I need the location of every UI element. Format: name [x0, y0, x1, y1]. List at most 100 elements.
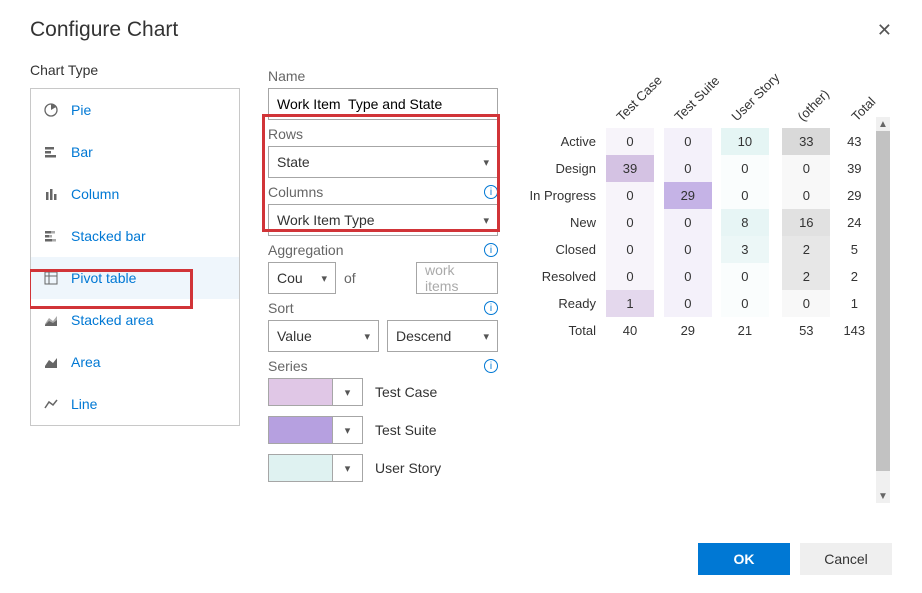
column-icon [43, 186, 59, 202]
scroll-down-arrow-icon[interactable]: ▼ [876, 489, 890, 503]
pivot-cell: 0 [664, 263, 721, 290]
info-icon[interactable]: i [484, 301, 498, 315]
columns-select[interactable]: Work Item Type ▾ [268, 204, 498, 236]
pivot-row-label: Total [526, 317, 606, 344]
chart-type-stacked-bar[interactable]: Stacked bar [31, 215, 239, 257]
pivot-cell: 0 [721, 263, 782, 290]
chevron-down-icon: ▾ [321, 272, 327, 285]
info-icon[interactable]: i [484, 359, 498, 373]
pivot-table-icon [43, 270, 59, 286]
chart-type-label: Area [71, 354, 101, 370]
pivot-cell: 0 [664, 128, 721, 155]
pivot-cell: 2 [782, 263, 830, 290]
scrollbar[interactable]: ▲ ▼ [876, 117, 890, 503]
pivot-cell: 0 [782, 290, 830, 317]
bar-icon [43, 144, 59, 160]
pivot-cell: 29 [664, 317, 721, 344]
chart-type-area[interactable]: Area [31, 341, 239, 383]
pie-icon [43, 102, 59, 118]
pivot-cell: 0 [664, 236, 721, 263]
chart-type-bar[interactable]: Bar [31, 131, 239, 173]
chart-type-pivot-table[interactable]: Pivot table [31, 257, 239, 299]
pivot-cell: 1 [830, 290, 878, 317]
pivot-cell: 0 [782, 155, 830, 182]
pivot-row-label: Closed [526, 236, 606, 263]
pivot-cell: 53 [782, 317, 830, 344]
pivot-row-label: Resolved [526, 263, 606, 290]
info-icon[interactable]: i [484, 185, 498, 199]
pivot-cell: 0 [721, 155, 782, 182]
columns-label: Columns [268, 184, 323, 200]
scroll-up-arrow-icon[interactable]: ▲ [876, 117, 890, 131]
chart-type-label: Stacked area [71, 312, 154, 328]
chevron-down-icon[interactable]: ▾ [333, 454, 363, 482]
chevron-down-icon[interactable]: ▾ [333, 416, 363, 444]
chevron-down-icon: ▾ [483, 330, 489, 343]
pivot-cell: 0 [606, 182, 664, 209]
series-row: ▾User Story [268, 454, 498, 482]
name-input[interactable] [268, 88, 498, 120]
sort-dir-select[interactable]: Descend ▾ [387, 320, 498, 352]
pivot-cell: 21 [721, 317, 782, 344]
chart-type-label: Line [71, 396, 97, 412]
chart-type-label: Pivot table [71, 270, 136, 286]
pivot-col-header: Total [830, 68, 878, 128]
pivot-cell: 0 [664, 155, 721, 182]
pivot-cell: 39 [606, 155, 664, 182]
info-icon[interactable]: i [484, 243, 498, 257]
pivot-cell: 0 [606, 236, 664, 263]
scroll-thumb[interactable] [876, 131, 890, 471]
sort-field-select[interactable]: Value ▾ [268, 320, 379, 352]
rows-select[interactable]: State ▾ [268, 146, 498, 178]
cancel-button[interactable]: Cancel [800, 543, 892, 575]
chart-type-label: Pie [71, 102, 91, 118]
pivot-cell: 1 [606, 290, 664, 317]
ok-button[interactable]: OK [698, 543, 790, 575]
pivot-col-header: Test Suite [664, 68, 721, 128]
config-panel: Name Rows State ▾ Columns i Work Item Ty… [268, 62, 498, 593]
pivot-cell: 29 [830, 182, 878, 209]
pivot-cell: 0 [606, 209, 664, 236]
pivot-row-label: Active [526, 128, 606, 155]
pivot-col-header: (other) [782, 68, 830, 128]
series-label: Test Case [375, 384, 437, 400]
chevron-down-icon: ▾ [483, 214, 489, 227]
pivot-cell: 29 [664, 182, 721, 209]
pivot-cell: 143 [830, 317, 878, 344]
sort-label: Sort [268, 300, 294, 316]
pivot-cell: 0 [606, 128, 664, 155]
pivot-cell: 0 [664, 209, 721, 236]
chevron-down-icon[interactable]: ▾ [333, 378, 363, 406]
pivot-cell: 0 [606, 263, 664, 290]
close-icon[interactable]: ✕ [877, 21, 892, 39]
aggregation-select[interactable]: Cou ▾ [268, 262, 336, 294]
color-swatch[interactable] [268, 416, 333, 444]
chart-type-label: Bar [71, 144, 93, 160]
name-label: Name [268, 68, 305, 84]
chevron-down-icon: ▾ [483, 156, 489, 169]
chart-type-label: Stacked bar [71, 228, 146, 244]
chart-type-pie[interactable]: Pie [31, 89, 239, 131]
of-label: of [344, 262, 408, 294]
aggregation-field-select[interactable]: work items [416, 262, 498, 294]
pivot-cell: 10 [721, 128, 782, 155]
series-row: ▾ Test Case [268, 378, 498, 406]
color-swatch[interactable] [268, 378, 333, 406]
pivot-col-header: User Story [721, 68, 782, 128]
pivot-cell: 2 [782, 236, 830, 263]
pivot-row-label: New [526, 209, 606, 236]
pivot-cell: 16 [782, 209, 830, 236]
series-label: Series [268, 358, 308, 374]
pivot-cell: 5 [830, 236, 878, 263]
chart-type-column[interactable]: Column [31, 173, 239, 215]
line-icon [43, 396, 59, 412]
series-row: ▾ Test Suite [268, 416, 498, 444]
pivot-cell: 3 [721, 236, 782, 263]
pivot-row-label: Ready [526, 290, 606, 317]
chart-type-stacked-area[interactable]: Stacked area [31, 299, 239, 341]
color-swatch[interactable] [268, 454, 333, 482]
dialog-title: Configure Chart [30, 18, 178, 42]
series-label: Test Suite [375, 422, 436, 438]
chart-type-line[interactable]: Line [31, 383, 239, 425]
pivot-cell: 39 [830, 155, 878, 182]
